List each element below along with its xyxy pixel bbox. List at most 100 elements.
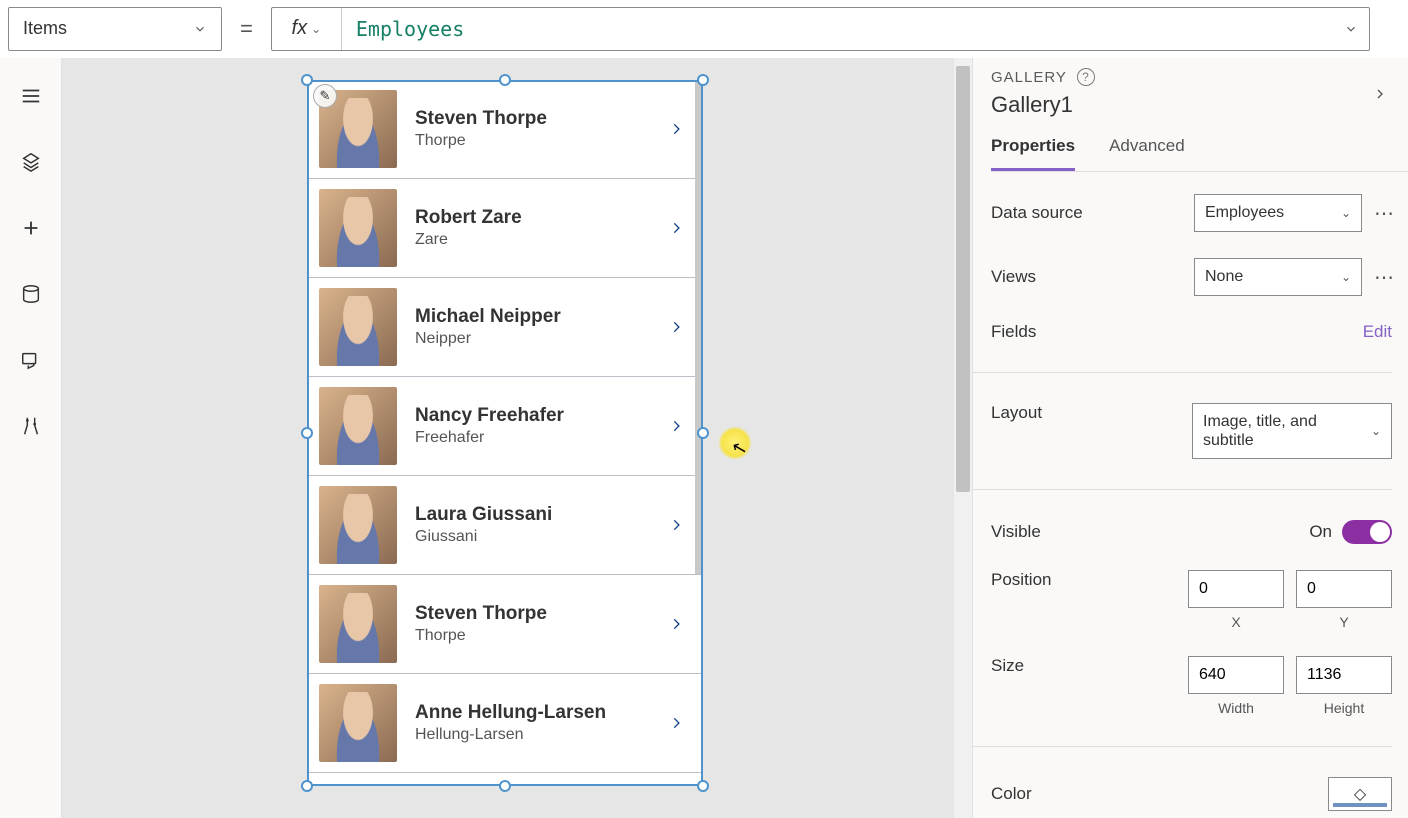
resize-handle[interactable] bbox=[697, 427, 709, 439]
hamburger-icon[interactable] bbox=[19, 84, 43, 108]
size-width-input[interactable] bbox=[1188, 656, 1284, 694]
insert-icon[interactable] bbox=[19, 216, 43, 240]
resize-handle[interactable] bbox=[301, 427, 313, 439]
help-icon[interactable]: ? bbox=[1077, 68, 1095, 86]
fx-icon[interactable]: fx ⌄ bbox=[272, 8, 342, 50]
row-visible: Visible On bbox=[991, 520, 1392, 544]
chevron-right-icon[interactable] bbox=[669, 712, 691, 734]
item-title: Steven Thorpe bbox=[415, 108, 651, 130]
resize-handle[interactable] bbox=[301, 780, 313, 792]
row-fields: Fields Edit bbox=[991, 322, 1392, 342]
label-views: Views bbox=[991, 267, 1182, 287]
gallery-item[interactable]: Nancy Freehafer Freehafer bbox=[307, 377, 703, 476]
tools-icon[interactable] bbox=[19, 414, 43, 438]
width-label: Width bbox=[1218, 700, 1254, 716]
item-subtitle: Thorpe bbox=[415, 627, 651, 645]
item-title: Robert Zare bbox=[415, 207, 651, 229]
label-layout: Layout bbox=[991, 403, 1180, 423]
chevron-right-icon[interactable] bbox=[1372, 86, 1388, 102]
item-subtitle: Freehafer bbox=[415, 429, 651, 447]
label-position: Position bbox=[991, 570, 1176, 590]
item-subtitle: Thorpe bbox=[415, 132, 651, 150]
canvas-area[interactable]: Steven Thorpe Thorpe Robert ZareZare Michae… bbox=[62, 58, 972, 818]
gallery-item[interactable]: Steven Thorpe Thorpe bbox=[307, 80, 703, 179]
media-icon[interactable] bbox=[19, 348, 43, 372]
item-title: Steven Thorpe bbox=[415, 603, 651, 625]
item-meta: Nancy Freehafer Freehafer bbox=[415, 405, 651, 447]
item-title: Michael Neipper bbox=[415, 306, 651, 328]
tab-properties[interactable]: Properties bbox=[991, 136, 1075, 171]
data-source-select[interactable]: Employees ⌄ bbox=[1194, 194, 1362, 232]
avatar bbox=[319, 486, 397, 564]
fields-edit-link[interactable]: Edit bbox=[1363, 322, 1392, 342]
avatar bbox=[319, 684, 397, 762]
row-views: Views None ⌄ ⋯ bbox=[991, 258, 1392, 296]
item-title: Anne Hellung-Larsen bbox=[415, 702, 651, 724]
height-label: Height bbox=[1324, 700, 1364, 716]
avatar bbox=[319, 288, 397, 366]
avatar bbox=[319, 585, 397, 663]
gallery-item[interactable]: Steven Thorpe Thorpe bbox=[307, 575, 703, 674]
resize-handle[interactable] bbox=[697, 74, 709, 86]
gallery-control-selected[interactable]: Steven Thorpe Thorpe Robert ZareZare Michae… bbox=[307, 80, 703, 786]
more-options-icon[interactable]: ⋯ bbox=[1374, 201, 1392, 226]
item-subtitle: Hellung-Larsen bbox=[415, 726, 651, 744]
layout-select[interactable]: Image, title, and subtitle ⌄ bbox=[1192, 403, 1392, 459]
gallery-control[interactable]: Steven Thorpe Thorpe Robert ZareZare Michae… bbox=[307, 80, 703, 786]
edit-template-icon[interactable]: ✎ bbox=[313, 84, 337, 108]
visible-toggle[interactable]: On bbox=[1309, 520, 1392, 544]
item-title: Nancy Freehafer bbox=[415, 405, 651, 427]
resize-handle[interactable] bbox=[301, 74, 313, 86]
scrollbar-thumb[interactable] bbox=[956, 66, 970, 492]
row-data-source: Data source Employees ⌄ ⋯ bbox=[991, 194, 1392, 232]
label-size: Size bbox=[991, 656, 1176, 676]
paint-bucket-icon: ◇ bbox=[1354, 784, 1366, 804]
main-area: Steven Thorpe Thorpe Robert ZareZare Michae… bbox=[0, 58, 1408, 818]
item-meta: Anne Hellung-Larsen Hellung-Larsen bbox=[415, 702, 651, 744]
views-select[interactable]: None ⌄ bbox=[1194, 258, 1362, 296]
gallery-item[interactable]: Laura GiussaniGiussani bbox=[307, 476, 703, 575]
chevron-right-icon[interactable] bbox=[669, 118, 691, 140]
data-icon[interactable] bbox=[19, 282, 43, 306]
chevron-right-icon[interactable] bbox=[669, 217, 691, 239]
color-picker[interactable]: ◇ bbox=[1328, 777, 1392, 811]
formula-expand-chevron[interactable] bbox=[1333, 22, 1369, 36]
canvas[interactable]: Steven Thorpe Thorpe Robert ZareZare Michae… bbox=[62, 58, 952, 818]
gallery-item[interactable]: Anne Hellung-Larsen Hellung-Larsen bbox=[307, 674, 703, 773]
cursor-icon: ↖ bbox=[730, 436, 750, 460]
label-fields: Fields bbox=[991, 322, 1351, 342]
label-visible: Visible bbox=[991, 522, 1297, 542]
avatar bbox=[319, 387, 397, 465]
resize-handle[interactable] bbox=[697, 780, 709, 792]
size-height-input[interactable] bbox=[1296, 656, 1392, 694]
item-meta: Steven Thorpe Thorpe bbox=[415, 108, 651, 150]
avatar bbox=[319, 189, 397, 267]
properties-panel: GALLERY ? Gallery1 Properties Advanced D… bbox=[972, 58, 1408, 818]
formula-bar[interactable]: fx ⌄ Employees bbox=[271, 7, 1370, 51]
canvas-scrollbar[interactable] bbox=[954, 58, 972, 818]
chevron-right-icon[interactable] bbox=[669, 514, 691, 536]
row-color: Color ◇ bbox=[991, 777, 1392, 811]
item-meta: Robert ZareZare bbox=[415, 207, 651, 249]
gallery-item[interactable]: Robert ZareZare bbox=[307, 179, 703, 278]
item-meta: Steven Thorpe Thorpe bbox=[415, 603, 651, 645]
tree-view-icon[interactable] bbox=[19, 150, 43, 174]
divider bbox=[973, 372, 1392, 373]
tab-advanced[interactable]: Advanced bbox=[1109, 136, 1185, 171]
formula-text[interactable]: Employees bbox=[342, 17, 1333, 41]
chevron-right-icon[interactable] bbox=[669, 415, 691, 437]
resize-handle[interactable] bbox=[499, 780, 511, 792]
position-y-input[interactable] bbox=[1296, 570, 1392, 608]
gallery-item[interactable]: Michael NeipperNeipper bbox=[307, 278, 703, 377]
scrollbar-thumb[interactable] bbox=[695, 80, 703, 574]
chevron-right-icon[interactable] bbox=[669, 613, 691, 635]
panel-header: GALLERY ? bbox=[991, 68, 1408, 86]
property-selector[interactable]: Items bbox=[8, 7, 222, 51]
position-x-input[interactable] bbox=[1188, 570, 1284, 608]
chevron-down-icon: ⌄ bbox=[1371, 424, 1381, 438]
chevron-down-icon: ⌄ bbox=[311, 22, 321, 36]
formula-bar-row: Items = fx ⌄ Employees bbox=[0, 0, 1408, 58]
chevron-right-icon[interactable] bbox=[669, 316, 691, 338]
resize-handle[interactable] bbox=[499, 74, 511, 86]
more-options-icon[interactable]: ⋯ bbox=[1374, 265, 1392, 290]
